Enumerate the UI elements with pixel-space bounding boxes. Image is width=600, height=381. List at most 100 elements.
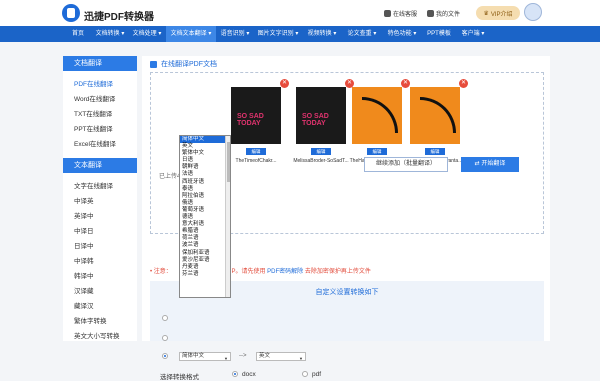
scrollbar-thumb[interactable] [227,142,230,182]
edit-button[interactable]: 编辑 [367,148,387,155]
sidebar-item-text-online[interactable]: 文字在线翻译 [63,179,137,194]
notice-mid: P。请先使用 [231,269,266,275]
sidebar-heading-doc-translate: 文档翻译 [63,56,137,71]
nav-video-label: 视频转换 [307,31,332,37]
sidebar-item-ko-zh[interactable]: 韩译中 [63,269,137,284]
start-translate-label: 开始翻译 [481,161,506,167]
remove-file-icon[interactable]: ✕ [459,79,468,88]
target-language-select[interactable]: 英文 ▼ [256,352,306,361]
dropdown-option[interactable]: 俄语 [180,200,230,207]
sidebar: 文档翻译 PDF在线翻译 Word在线翻译 TXT在线翻译 PPT在线翻译 Ex… [63,56,137,341]
dropdown-option[interactable]: 泰语 [180,186,230,193]
user-avatar[interactable] [524,3,542,21]
nav-voice-label: 语音识别 [220,31,245,37]
format-pdf-radio[interactable] [302,371,308,377]
file-card[interactable]: SO SAD TODAY ✕ 编辑 TheTimeofChakr... [227,79,289,164]
sidebar-item-case[interactable]: 英文大小写转换 [63,329,137,344]
sidebar-item-zh-en[interactable]: 中译英 [63,194,137,209]
nav-ppt-label: PPT模板 [427,31,451,37]
dropdown-option[interactable]: 法语 [180,171,230,178]
nav-voice[interactable]: 语音识别 ▾ [216,26,254,42]
dropdown-scrollbar[interactable] [225,136,230,297]
nav-home[interactable]: 首页 [64,26,92,42]
add-more-button[interactable]: 继续添加（批量翻译） [364,157,448,172]
dropdown-option[interactable]: 芬兰语 [180,271,230,278]
nav-doc-convert[interactable]: 文档转换 ▾ [92,26,128,42]
dropdown-option[interactable]: 西班牙语 [180,179,230,186]
option-radio[interactable] [162,335,168,341]
nav-features[interactable]: 特色功能 ▾ [382,26,422,42]
sidebar-item-pdf[interactable]: PDF在线翻译 [63,77,137,92]
format-docx-label: docx [242,371,256,378]
file-name: TheTimeofChakr... [235,158,277,164]
nav-paper-check[interactable]: 论文查重 ▾ [342,26,382,42]
format-pdf-label: pdf [312,371,322,378]
sidebar-item-zh-bo[interactable]: 汉译藏 [63,284,137,299]
dropdown-option[interactable]: 阿拉伯语 [180,193,230,200]
brand-logo[interactable] [62,4,80,22]
sidebar-item-en-zh[interactable]: 英译中 [63,209,137,224]
option-radio[interactable] [162,315,168,321]
upload-status: 已上传4 [159,174,181,180]
remove-file-icon[interactable]: ✕ [280,79,289,88]
edit-button[interactable]: 编辑 [425,148,445,155]
format-docx-radio[interactable] [232,371,238,377]
direction-arrow: --> [239,353,247,359]
sidebar-item-txt[interactable]: TXT在线翻译 [63,107,137,122]
dropdown-option[interactable]: 丹麦语 [180,264,230,271]
file-icon [427,10,434,17]
start-translate-button[interactable]: ⇄ 开始翻译 [461,157,519,172]
nav-ocr[interactable]: 图片文字识别 ▾ [254,26,302,42]
edit-button[interactable]: 编辑 [246,148,266,155]
chevron-down-icon: ▼ [224,356,228,361]
chevron-down-icon: ▼ [299,356,303,361]
sidebar-item-excel[interactable]: Excel在线翻译 [63,137,137,152]
my-files-label: 我的文件 [436,12,461,18]
my-files-link[interactable]: 我的文件 [427,9,460,18]
sidebar-item-traditional[interactable]: 繁体字转换 [63,314,137,329]
headset-icon [384,10,391,17]
nav-doc-translate[interactable]: 文档文本翻译 ▾ [166,26,216,42]
nav-doc-process[interactable]: 文档处理 ▾ [128,26,166,42]
sidebar-item-ja-zh[interactable]: 日译中 [63,239,137,254]
nav-doc-convert-label: 文档转换 [95,31,120,37]
source-language-select[interactable]: 简体中文 ▼ [179,352,231,361]
online-service-label: 在线客服 [393,12,418,18]
target-language-value: 英文 [259,353,271,359]
sidebar-item-ppt[interactable]: PPT在线翻译 [63,122,137,137]
dropdown-option[interactable]: 葡萄牙语 [180,207,230,214]
file-card[interactable]: SO SAD TODAY ✕ 编辑 MelissaBroder-SoSadT..… [292,79,354,164]
nav-doc-translate-label: 文档文本翻译 [170,31,207,37]
sidebar-item-zh-ko[interactable]: 中译韩 [63,254,137,269]
notice-suffix: 去除加密保护再上传文件 [304,269,371,275]
edit-button[interactable]: 编辑 [311,148,331,155]
dropdown-option[interactable]: 波兰语 [180,242,230,249]
sidebar-item-bo-zh[interactable]: 藏译汉 [63,299,137,314]
top-header: 迅捷PDF转换器 在线客服 我的文件 ♛ VIP介绍 [0,0,600,26]
file-name: MelissaBroder-SoSadT... [293,158,349,164]
cover-text: SO SAD TODAY [237,113,264,127]
online-service-link[interactable]: 在线客服 [384,9,417,18]
cover-arrow-icon [420,97,456,133]
page-title: 在线翻译PDF文档 [150,59,217,69]
option-radio-selected[interactable] [162,353,168,359]
dropdown-option[interactable]: 保加利亚语 [180,250,230,257]
file-card[interactable]: ✕ 编辑 TheHappinessAdvanta... [348,79,410,164]
crown-icon: ♛ [483,10,489,17]
brand-name[interactable]: 迅捷PDF转换器 [84,8,154,23]
cover-text: SO SAD TODAY [302,113,329,127]
notice-prefix: • 注意： [150,269,172,275]
sidebar-item-zh-ja[interactable]: 中译日 [63,224,137,239]
dropdown-option[interactable]: 爱沙尼亚语 [180,257,230,264]
page-title-text: 在线翻译PDF文档 [161,61,217,68]
sidebar-heading-text-translate: 文本翻译 [63,158,137,173]
vip-button[interactable]: ♛ VIP介绍 [476,6,520,20]
nav-client[interactable]: 客户端 ▾ [456,26,490,42]
file-card[interactable]: ✕ 编辑 TheHappinessAdvanta... [406,79,468,164]
pdf-unlock-link[interactable]: PDF密码解除 [267,269,303,275]
sidebar-item-word[interactable]: Word在线翻译 [63,92,137,107]
nav-video[interactable]: 视频转换 ▾ [302,26,342,42]
nav-ppt[interactable]: PPT模板 [422,26,456,42]
main-nav: 首页 文档转换 ▾ 文档处理 ▾ 文档文本翻译 ▾ 语音识别 ▾ 图片文字识别 … [0,26,600,42]
language-dropdown-list[interactable]: 简体中文 英文 繁体中文 日语 朝鲜语 法语 西班牙语 泰语 阿拉伯语 俄语 葡萄牙语 德语 意大利语希… [179,135,231,298]
